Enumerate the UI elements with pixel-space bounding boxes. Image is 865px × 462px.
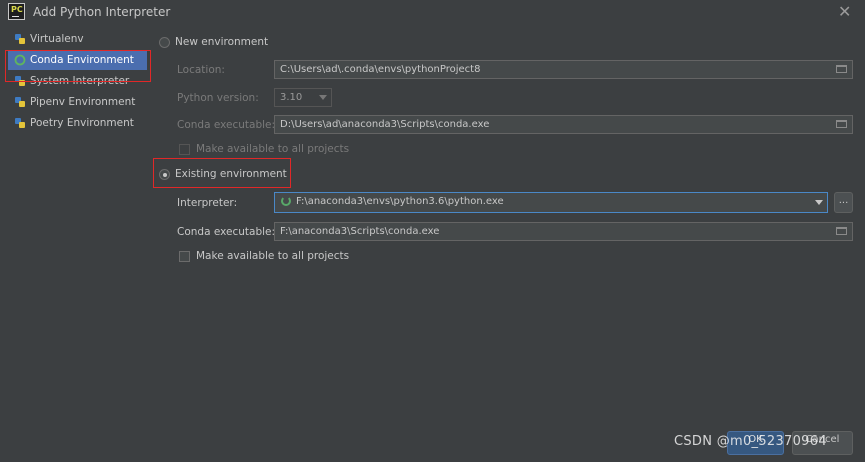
make-available-label-new: Make available to all projects [196,143,350,155]
make-available-checkbox-existing[interactable] [179,251,190,262]
pipenv-icon [15,97,25,107]
location-field[interactable]: C:\Users\ad\.conda\envs\pythonProject8 [274,60,853,79]
highlight-box-existing [153,158,291,188]
chevron-down-icon [319,95,327,100]
make-available-checkbox-new[interactable] [179,144,190,155]
python-version-value: 3.10 [280,92,303,103]
browse-interpreter-button[interactable]: ... [834,192,853,213]
new-environment-radio[interactable] [159,37,170,48]
folder-icon[interactable] [836,65,847,73]
interpreter-select[interactable]: F:\anaconda3\envs\python3.6\python.exe [274,192,828,213]
chevron-down-icon [815,200,823,205]
conda-executable-label-existing: Conda executable: [177,226,276,238]
conda-executable-value-existing: F:\anaconda3\Scripts\conda.exe [280,226,440,237]
sidebar-item-label: Poetry Environment [30,117,134,129]
watermark: CSDN @m0_52370964 [674,434,827,449]
conda-executable-label-new: Conda executable: [177,119,276,131]
pycharm-logo-icon: PC [8,3,25,20]
poetry-icon [15,118,25,128]
interpreter-value: F:\anaconda3\envs\python3.6\python.exe [296,196,504,207]
conda-executable-value-new: D:\Users\ad\anaconda3\Scripts\conda.exe [280,119,490,130]
make-available-label-existing: Make available to all projects [196,250,350,262]
python-version-label: Python version: [177,92,259,104]
highlight-box-conda [5,50,151,82]
sidebar-item-virtualenv[interactable]: Virtualenv Environment [8,29,147,65]
location-label: Location: [177,64,225,76]
python-version-select[interactable]: 3.10 [274,88,332,107]
folder-icon[interactable] [836,120,847,128]
sidebar-item-poetry[interactable]: Poetry Environment [8,113,147,133]
loading-spinner-icon [281,196,291,206]
location-value: C:\Users\ad\.conda\envs\pythonProject8 [280,64,481,75]
sidebar-item-pipenv[interactable]: Pipenv Environment [8,92,147,112]
dialog-title: Add Python Interpreter [33,5,171,19]
close-icon[interactable]: ✕ [838,2,851,21]
virtualenv-icon [15,34,25,44]
sidebar-item-label: Pipenv Environment [30,96,136,108]
interpreter-label: Interpreter: [177,197,238,209]
folder-icon[interactable] [836,227,847,235]
conda-executable-field-existing[interactable]: F:\anaconda3\Scripts\conda.exe [274,222,853,241]
new-environment-label: New environment [175,36,269,48]
conda-executable-field-new[interactable]: D:\Users\ad\anaconda3\Scripts\conda.exe [274,115,853,134]
